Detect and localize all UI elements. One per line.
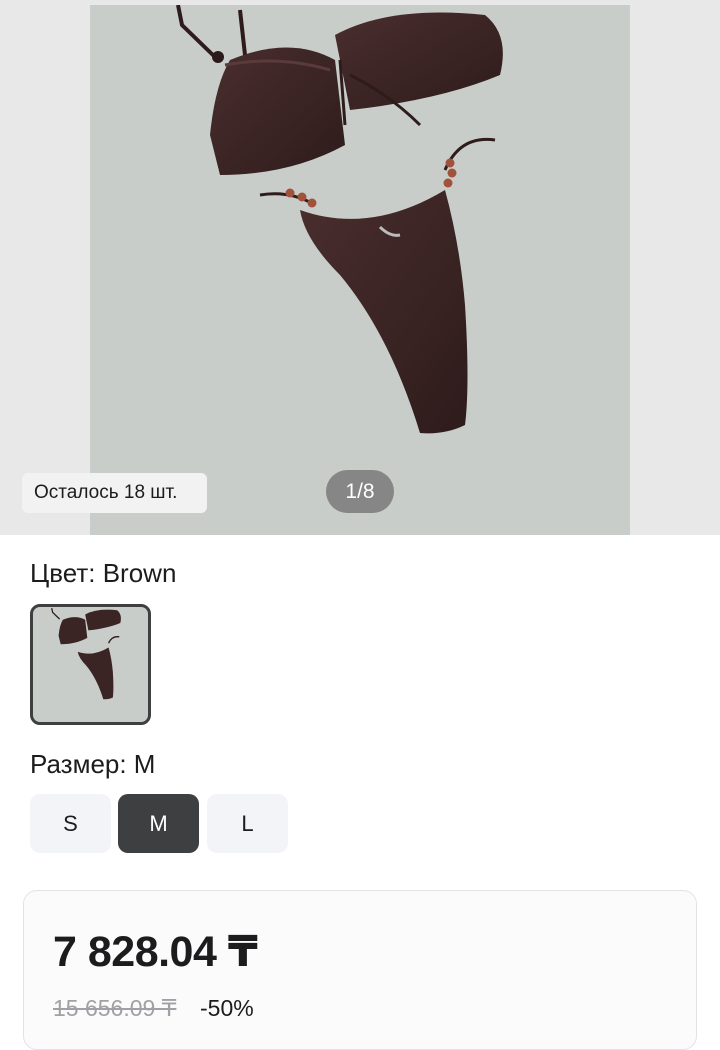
size-option-l[interactable]: L <box>207 794 288 853</box>
product-gallery[interactable]: Осталось 18 шт. 1/8 <box>0 0 720 535</box>
old-price: 15 656.09 ₸ <box>53 995 177 1021</box>
bikini-illustration <box>176 5 503 434</box>
current-price: 7 828.04 ₸ <box>53 928 258 976</box>
size-option-m[interactable]: M <box>118 794 199 853</box>
gallery-page-indicator: 1/8 <box>326 470 394 513</box>
stock-remaining-badge: Осталось 18 шт. <box>22 473 207 513</box>
color-swatch-brown[interactable] <box>30 604 151 725</box>
color-label: Цвет: Brown <box>30 558 177 588</box>
discount-badge: -50% <box>200 995 254 1021</box>
price-card: 7 828.04 ₸ 15 656.09 ₸ -50% <box>23 890 697 1050</box>
size-label: Размер: M <box>30 749 156 779</box>
size-option-s[interactable]: S <box>30 794 111 853</box>
product-photo[interactable] <box>90 5 630 535</box>
swatch-thumbnail <box>51 607 121 700</box>
